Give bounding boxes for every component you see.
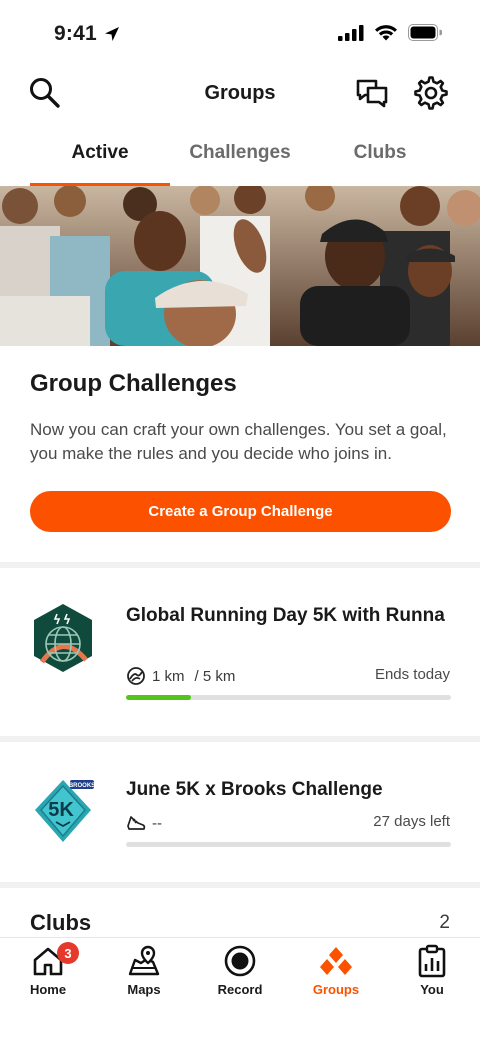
status-bar: 9:41 <box>0 0 480 66</box>
status-time-text: 9:41 <box>54 22 97 45</box>
challenge-progress-text: -- <box>126 813 162 833</box>
tab-challenges[interactable]: Challenges <box>170 126 310 186</box>
settings-button[interactable] <box>414 76 448 110</box>
location-arrow-icon <box>104 27 119 41</box>
nav-label: Home <box>29 982 67 997</box>
nav-maps[interactable]: Maps <box>96 938 192 1008</box>
brooks-5k-badge-icon: BROOKS 5K <box>30 776 96 848</box>
nav-label: Record <box>217 982 263 997</box>
notification-badge: 3 <box>57 942 79 964</box>
chat-bubbles-icon <box>356 79 388 108</box>
clubs-count: 2 <box>439 912 450 933</box>
challenge-card[interactable]: BROOKS 5K June 5K x Brooks Challenge -- … <box>0 742 480 882</box>
gear-icon <box>414 76 448 110</box>
messages-button[interactable] <box>354 76 390 112</box>
challenge-progress-text: 1 km / 5 km <box>126 666 235 686</box>
tab-clubs[interactable]: Clubs <box>310 126 450 186</box>
home-icon: 3 <box>31 942 79 978</box>
challenge-progress-bar <box>126 842 451 847</box>
running-shoe-icon <box>127 816 146 830</box>
cellular-signal-icon <box>338 24 364 41</box>
progress-bar-fill <box>126 695 191 700</box>
nav-groups[interactable]: Groups <box>288 938 384 1008</box>
bottom-nav: 3 Home Maps Record Groups You <box>0 937 480 1040</box>
badge-brand-text: BROOKS <box>69 783 95 789</box>
promo-title: Group Challenges <box>30 370 237 397</box>
nav-record[interactable]: Record <box>192 938 288 1008</box>
divider <box>0 882 480 888</box>
clubs-section-title: Clubs <box>30 910 92 935</box>
tab-bar: Active Challenges Clubs <box>0 126 480 186</box>
page-title: Groups <box>204 82 276 104</box>
hero-image <box>0 186 480 346</box>
nav-home[interactable]: 3 Home <box>0 938 96 1008</box>
progress-value: -- <box>152 814 162 832</box>
groups-icon <box>319 944 353 978</box>
nav-you[interactable]: You <box>384 938 480 1008</box>
status-icons <box>338 24 442 41</box>
badge-5k-text: 5K <box>48 799 74 821</box>
nav-label: Maps <box>127 982 161 997</box>
promo-description: Now you can craft your own challenges. Y… <box>30 420 447 463</box>
globe-runna-badge-icon <box>30 602 96 674</box>
running-activity-icon <box>127 667 145 685</box>
challenge-card[interactable]: Global Running Day 5K with Runna 1 km / … <box>0 568 480 736</box>
maps-icon <box>127 944 161 978</box>
challenge-title: June 5K x Brooks Challenge <box>126 779 383 800</box>
create-group-challenge-button[interactable]: Create a Group Challenge <box>30 491 451 532</box>
status-time: 9:41 <box>54 22 121 46</box>
tab-active[interactable]: Active <box>30 126 170 186</box>
nav-label: Groups <box>312 982 360 997</box>
header: Groups <box>0 66 480 122</box>
challenge-progress-bar <box>126 695 451 700</box>
you-icon <box>415 944 449 978</box>
progress-value: 1 km <box>152 667 185 685</box>
wifi-icon <box>375 25 397 41</box>
group-challenges-promo: Group Challenges Now you can craft your … <box>0 346 480 562</box>
progress-goal: / 5 km <box>194 667 236 685</box>
challenge-time-remaining: 27 days left <box>373 813 450 830</box>
record-icon <box>223 944 257 978</box>
challenge-time-remaining: Ends today <box>374 666 450 683</box>
challenge-title: Global Running Day 5K with Runna <box>126 605 445 626</box>
battery-icon <box>408 24 442 41</box>
nav-label: You <box>420 982 444 997</box>
crowd-photo <box>0 186 480 346</box>
